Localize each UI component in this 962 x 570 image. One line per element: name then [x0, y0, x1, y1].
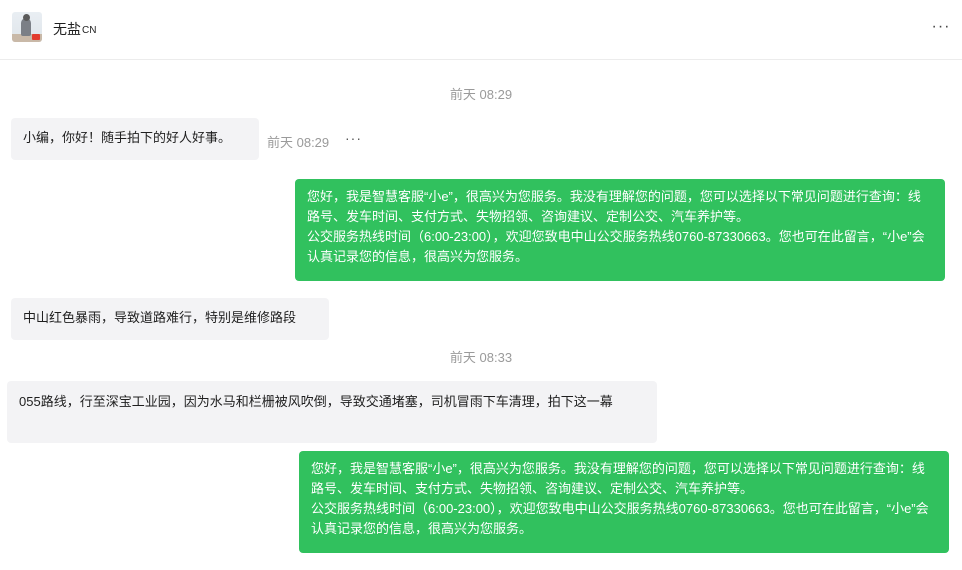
avatar-head — [23, 14, 30, 21]
contact-name-text: 无盐 — [53, 21, 81, 37]
message-more-icon[interactable]: ··· — [345, 130, 362, 146]
outgoing-message[interactable]: 您好，我是智慧客服“小e”，很高兴为您服务。我没有理解您的问题，您可以选择以下常… — [295, 179, 945, 281]
contact-name[interactable]: 无盐CN — [53, 19, 96, 39]
more-dots-icon[interactable]: ··· — [930, 17, 952, 37]
outgoing-message[interactable]: 您好，我是智慧客服“小e”，很高兴为您服务。我没有理解您的问题，您可以选择以下常… — [299, 451, 949, 553]
incoming-message[interactable]: 中山红色暴雨，导致道路难行，特别是维修路段 — [11, 298, 329, 340]
contact-name-suffix: CN — [82, 25, 97, 36]
incoming-message[interactable]: 055路线，行至深宝工业园，因为水马和栏栅被风吹倒，导致交通堵塞，司机冒雨下车清… — [7, 381, 657, 443]
time-separator: 前天 08:33 — [449, 350, 513, 365]
contact-avatar[interactable] — [12, 12, 42, 42]
outgoing-message-text: 您好，我是智慧客服“小e”，很高兴为您服务。我没有理解您的问题，您可以选择以下常… — [311, 461, 929, 536]
outgoing-message-text: 您好，我是智慧客服“小e”，很高兴为您服务。我没有理解您的问题，您可以选择以下常… — [307, 189, 925, 264]
message-timestamp: 前天 08:29 — [267, 135, 330, 150]
chat-header: 无盐CN ··· — [0, 0, 962, 60]
time-separator: 前天 08:29 — [449, 87, 513, 102]
avatar-flag-badge — [32, 34, 40, 40]
incoming-message[interactable]: 小编，你好！随手拍下的好人好事。 — [11, 118, 259, 160]
